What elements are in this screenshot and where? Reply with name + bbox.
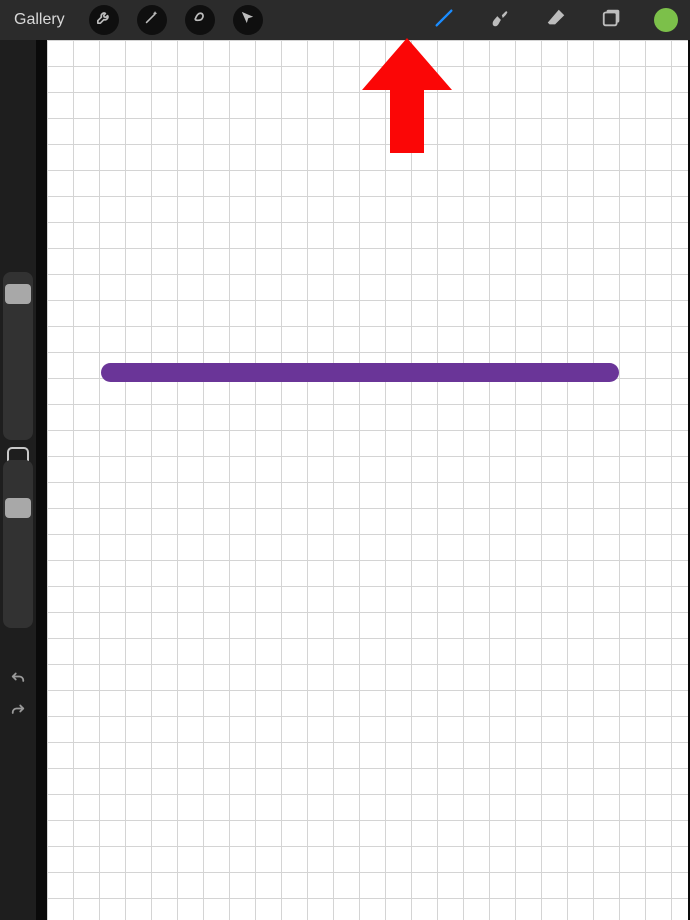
- drawing-canvas[interactable]: [47, 40, 688, 920]
- brush-size-thumb[interactable]: [5, 284, 31, 304]
- undo-icon: [9, 669, 27, 692]
- brush-size-slider[interactable]: [3, 272, 33, 440]
- undo-button[interactable]: [0, 666, 36, 694]
- canvas-viewport: [36, 40, 690, 920]
- smudge-tool-button[interactable]: [486, 6, 514, 34]
- toolbar-left-group: [89, 5, 263, 35]
- opacity-slider[interactable]: [3, 460, 33, 628]
- redo-icon: [9, 701, 27, 724]
- toolbar-right-group: [430, 6, 678, 34]
- left-sidebar: [0, 40, 36, 920]
- transform-button[interactable]: [233, 5, 263, 35]
- layers-button[interactable]: [598, 6, 626, 34]
- selection-button[interactable]: [185, 5, 215, 35]
- color-swatch-button[interactable]: [654, 8, 678, 32]
- adjustments-button[interactable]: [137, 5, 167, 35]
- gallery-button[interactable]: Gallery: [8, 7, 71, 33]
- wrench-icon: [95, 9, 112, 31]
- eraser-icon: [545, 7, 567, 34]
- brush-icon: [433, 7, 455, 34]
- top-toolbar: Gallery: [0, 0, 690, 40]
- opacity-thumb[interactable]: [5, 498, 31, 518]
- layers-icon: [601, 7, 623, 34]
- drawn-stroke: [101, 363, 619, 382]
- procreate-app: Gallery: [0, 0, 690, 920]
- brush-tool-button[interactable]: [430, 6, 458, 34]
- eraser-tool-button[interactable]: [542, 6, 570, 34]
- arrow-icon: [239, 9, 256, 31]
- wand-icon: [143, 9, 160, 31]
- redo-button[interactable]: [0, 698, 36, 726]
- smudge-icon: [489, 7, 511, 34]
- actions-button[interactable]: [89, 5, 119, 35]
- selection-icon: [191, 9, 208, 31]
